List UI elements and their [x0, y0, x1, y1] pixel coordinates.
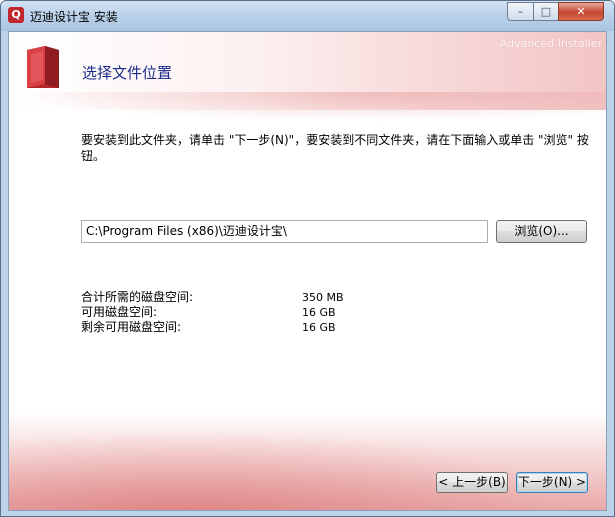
- installer-window: Q 迈迪设计宝 安装 – □ ✕ 选择文件位置 Advanced Install…: [0, 0, 615, 517]
- back-button[interactable]: < 上一步(B): [436, 472, 508, 493]
- folder-icon: [27, 46, 59, 88]
- next-button[interactable]: 下一步(N) >: [516, 472, 588, 493]
- installer-content: 选择文件位置 Advanced Installer 要安装到此文件夹，请单击 "…: [8, 31, 607, 511]
- required-space-label: 合计所需的磁盘空间:: [81, 290, 194, 304]
- available-space-label: 可用磁盘空间:: [81, 305, 158, 319]
- browse-button[interactable]: 浏览(O)...: [496, 220, 587, 243]
- minimize-button[interactable]: –: [507, 2, 534, 21]
- title-bar[interactable]: Q 迈迪设计宝 安装 – □ ✕: [1, 1, 614, 31]
- brand-watermark: Advanced Installer: [499, 37, 602, 50]
- remaining-space-value: 16 GB: [302, 321, 336, 334]
- available-space-value: 16 GB: [302, 306, 336, 319]
- remaining-space-label: 剩余可用磁盘空间:: [81, 320, 182, 334]
- page-title: 选择文件位置: [82, 64, 173, 82]
- install-path-input[interactable]: C:\Program Files (x86)\迈迪设计宝\: [81, 220, 488, 243]
- installer-app-icon: Q: [8, 7, 24, 23]
- maximize-button[interactable]: □: [533, 2, 559, 21]
- window-title: 迈迪设计宝 安装: [30, 10, 118, 24]
- required-space-value: 350 MB: [302, 291, 344, 304]
- close-button[interactable]: ✕: [558, 2, 604, 21]
- footer-decoration: [9, 412, 606, 510]
- header-banner: 选择文件位置 Advanced Installer: [9, 32, 606, 122]
- instruction-text: 要安装到此文件夹，请单击 "下一步(N)"，要安装到不同文件夹，请在下面输入或单…: [81, 133, 589, 163]
